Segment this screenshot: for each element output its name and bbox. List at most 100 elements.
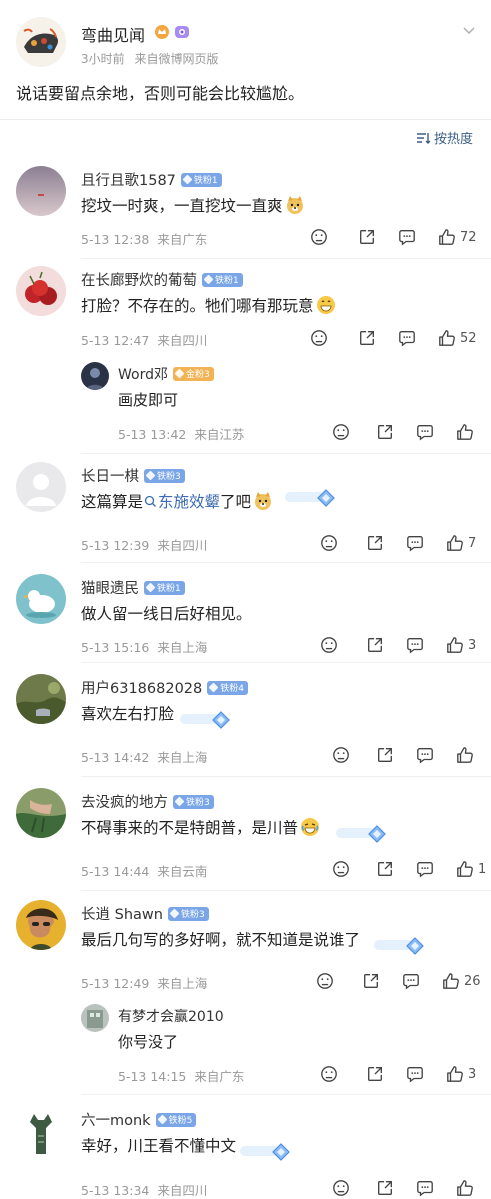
- reply-text: 画皮即可: [118, 391, 179, 409]
- comment-actions: 1: [332, 860, 486, 878]
- commenter-avatar[interactable]: [16, 462, 66, 512]
- chevron-down-icon[interactable]: [462, 24, 476, 38]
- topic-link[interactable]: 东施效颦: [143, 493, 220, 511]
- like-icon[interactable]: [456, 860, 474, 878]
- dislike-icon[interactable]: [310, 228, 328, 246]
- fan-badge: 铁粉3: [173, 794, 214, 809]
- comment-icon[interactable]: [402, 972, 420, 990]
- post-header: 弯曲见闻 3小时前 来自微博网页版 说话要留点余地，否则可能会比较尴尬。: [0, 0, 491, 120]
- share-icon[interactable]: [366, 1065, 384, 1083]
- like-count: 7: [468, 535, 477, 551]
- comment-actions: 7: [320, 534, 476, 552]
- fan-badge: 铁粉1: [144, 580, 185, 595]
- commenter-name[interactable]: 长逍 Shawn 铁粉3: [81, 903, 209, 924]
- reply-avatar[interactable]: [81, 362, 109, 390]
- reply-avatar[interactable]: [81, 1004, 109, 1032]
- share-icon[interactable]: [366, 534, 384, 552]
- divider: [0, 119, 491, 120]
- share-icon[interactable]: [376, 746, 394, 764]
- commenter-avatar[interactable]: [16, 266, 66, 316]
- dislike-icon[interactable]: [316, 972, 334, 990]
- commenter-name[interactable]: 六一monk 铁粉5: [81, 1109, 197, 1130]
- comment-text: 这篇算是 东施效颦了吧: [81, 490, 273, 512]
- commenter-avatar[interactable]: [16, 674, 66, 724]
- reply-text: 你号没了: [118, 1033, 179, 1051]
- dislike-icon[interactable]: [310, 329, 328, 347]
- commenter-avatar[interactable]: [16, 574, 66, 624]
- like-icon[interactable]: [456, 423, 474, 441]
- commenter-avatar[interactable]: [16, 788, 66, 838]
- dislike-icon[interactable]: [332, 860, 350, 878]
- author-avatar[interactable]: [16, 17, 66, 67]
- grin-emoji-icon: [316, 295, 336, 315]
- comment-icon[interactable]: [406, 534, 424, 552]
- share-icon[interactable]: [376, 860, 394, 878]
- commenter-avatar[interactable]: [16, 166, 66, 216]
- comment-icon[interactable]: [416, 423, 434, 441]
- post-meta: 3小时前 来自微博网页版: [81, 50, 218, 67]
- comment-icon[interactable]: [398, 228, 416, 246]
- like-icon[interactable]: [446, 636, 464, 654]
- comment-icon[interactable]: [406, 636, 424, 654]
- reply-name[interactable]: Word邓 金粉3: [118, 364, 214, 384]
- doge-emoji-icon: [285, 195, 305, 215]
- separator: [81, 453, 491, 454]
- post-source: 来自微博网页版: [134, 52, 219, 66]
- dislike-icon[interactable]: [332, 1179, 350, 1197]
- doge-emoji-icon: [253, 491, 273, 511]
- comment-icon[interactable]: [406, 1065, 424, 1083]
- comment-text: 挖坟一时爽，一直挖坟一直爽: [81, 194, 305, 216]
- commenter-name[interactable]: 且行且歌1587 铁粉1: [81, 169, 222, 190]
- like-icon[interactable]: [456, 746, 474, 764]
- share-icon[interactable]: [358, 329, 376, 347]
- comment-actions: [332, 746, 474, 764]
- dislike-icon[interactable]: [320, 636, 338, 654]
- share-icon[interactable]: [376, 423, 394, 441]
- commenter-name[interactable]: 去没疯的地方 铁粉3: [81, 791, 214, 812]
- share-icon[interactable]: [376, 1179, 394, 1197]
- author-name[interactable]: 弯曲见闻: [81, 22, 145, 46]
- diamond-sticker-icon: [240, 1142, 292, 1162]
- comment-text: 幸好，川王看不懂中文: [81, 1137, 237, 1155]
- like-icon[interactable]: [442, 972, 460, 990]
- dislike-icon[interactable]: [332, 423, 350, 441]
- comment-text: 打脸？不存在的。牠们哪有那玩意: [81, 294, 336, 316]
- sort-label: 按热度: [434, 132, 474, 147]
- commenter-avatar[interactable]: [16, 900, 66, 950]
- dislike-icon[interactable]: [320, 1065, 338, 1083]
- like-count: 26: [464, 973, 481, 989]
- commenter-name[interactable]: 长日一棋 铁粉3: [81, 465, 185, 486]
- like-icon[interactable]: [438, 228, 456, 246]
- separator: [81, 1094, 491, 1095]
- comment-meta: 5-13 12:38 来自广东: [81, 232, 208, 247]
- comment-icon[interactable]: [416, 860, 434, 878]
- comment-actions: 52: [310, 329, 477, 347]
- dislike-icon[interactable]: [332, 746, 350, 764]
- like-icon[interactable]: [438, 329, 456, 347]
- dislike-icon[interactable]: [320, 534, 338, 552]
- reply-name[interactable]: 有梦才会赢2010: [118, 1006, 224, 1026]
- comment-icon[interactable]: [398, 329, 416, 347]
- comment-icon[interactable]: [416, 746, 434, 764]
- commenter-name[interactable]: 用户6318682028 铁粉4: [81, 677, 248, 698]
- commenter-name[interactable]: 猫眼遗民 铁粉1: [81, 577, 185, 598]
- reply-actions: 3: [320, 1065, 476, 1083]
- separator: [81, 662, 491, 663]
- like-icon[interactable]: [446, 534, 464, 552]
- commenter-avatar[interactable]: [16, 1106, 66, 1156]
- like-icon[interactable]: [456, 1179, 474, 1197]
- sort-by-heat-button[interactable]: 按热度: [416, 128, 473, 147]
- diamond-sticker-icon: [285, 488, 337, 508]
- comment-actions: 26: [316, 972, 481, 990]
- commenter-name[interactable]: 在长廊野炊的葡萄 铁粉1: [81, 269, 243, 290]
- share-icon[interactable]: [358, 228, 376, 246]
- diamond-sticker-icon: [180, 710, 232, 730]
- like-icon[interactable]: [446, 1065, 464, 1083]
- author-badges: [154, 24, 190, 40]
- share-icon[interactable]: [366, 636, 384, 654]
- share-icon[interactable]: [362, 972, 380, 990]
- reply-meta: 5-13 13:42 来自江苏: [118, 427, 245, 442]
- diamond-sticker-icon: [374, 936, 426, 956]
- comment-icon[interactable]: [416, 1179, 434, 1197]
- like-count: 1: [478, 861, 487, 877]
